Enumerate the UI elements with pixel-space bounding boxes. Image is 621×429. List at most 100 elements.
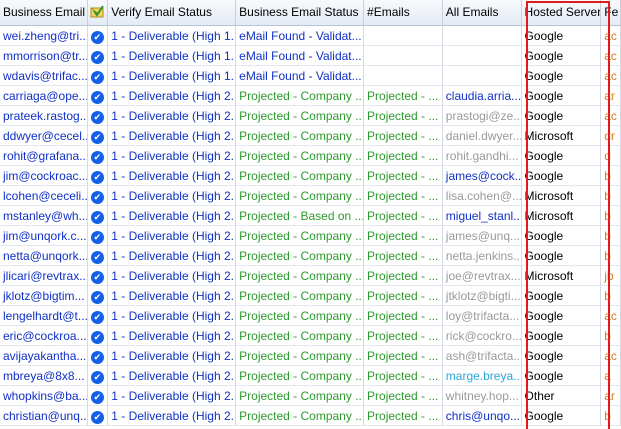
verify-status-cell[interactable]: 1 - Deliverable (High 2... [108,186,237,206]
email-count-cell[interactable]: Projected - ... [364,346,443,366]
business-email-status-cell[interactable]: Projected - Company ... [236,146,365,166]
table-row[interactable]: jim@cockroac... ✔ 1 - Deliverable (High 2.… [0,166,621,186]
email-count-cell[interactable] [364,46,443,66]
verify-icon-cell[interactable]: ✔ [87,246,109,266]
verify-icon-cell[interactable]: ✔ [87,46,109,66]
verify-status-cell[interactable]: 1 - Deliverable (High 2... [108,366,237,386]
fe-cell[interactable]: ac [601,26,621,46]
all-emails-cell[interactable]: whitney.hop... [442,386,522,406]
fe-cell[interactable]: b [601,226,621,246]
business-email-status-cell[interactable]: Projected - Company ... [236,266,365,286]
hosted-server-cell[interactable]: Microsoft [521,186,602,206]
business-email-cell[interactable]: ddwyer@cecel... [0,126,88,146]
fe-cell[interactable]: b [601,166,621,186]
business-email-cell[interactable]: netta@unqork... [0,246,88,266]
fe-cell[interactable]: ac [601,346,621,366]
verify-icon-cell[interactable]: ✔ [87,366,109,386]
hosted-server-cell[interactable]: Microsoft [521,126,602,146]
verify-icon-cell[interactable]: ✔ [87,406,109,426]
all-emails-cell[interactable]: prastogi@ze... [442,106,522,126]
all-emails-cell[interactable]: joe@revtrax... [442,266,522,286]
all-emails-cell[interactable]: daniel.dwyer... [442,126,522,146]
business-email-cell[interactable]: jklotz@bigtim... [0,286,88,306]
hosted-server-cell[interactable]: Google [521,166,602,186]
email-count-cell[interactable]: Projected - ... [364,106,443,126]
all-emails-cell[interactable]: ash@trifacta... [442,346,522,366]
verify-icon-cell[interactable]: ✔ [87,286,109,306]
verify-status-cell[interactable]: 1 - Deliverable (High 2... [108,106,237,126]
table-row[interactable]: mbreya@8x8... ✔ 1 - Deliverable (High 2...… [0,366,621,386]
verify-status-cell[interactable]: 1 - Deliverable (High 2... [108,126,237,146]
hosted-server-cell[interactable]: Google [521,26,602,46]
verify-icon-cell[interactable]: ✔ [87,206,109,226]
hosted-server-cell[interactable]: Google [521,246,602,266]
business-email-status-cell[interactable]: Projected - Company ... [236,106,365,126]
verify-icon-cell[interactable]: ✔ [87,346,109,366]
verify-status-cell[interactable]: 1 - Deliverable (High 2... [108,226,237,246]
email-count-cell[interactable]: Projected - ... [364,86,443,106]
hosted-server-cell[interactable]: Microsoft [521,206,602,226]
business-email-status-cell[interactable]: Projected - Company ... [236,406,365,426]
table-row[interactable]: mmorrison@tr... ✔ 1 - Deliverable (High 1.… [0,46,621,66]
col-hosted-server[interactable]: Hosted Server [522,0,602,25]
email-count-cell[interactable]: Projected - ... [364,406,443,426]
fe-cell[interactable]: b [601,406,621,426]
col-all-emails[interactable]: All Emails [443,0,522,25]
email-count-cell[interactable]: Projected - ... [364,306,443,326]
all-emails-cell[interactable]: chris@unqo... [442,406,522,426]
table-row[interactable]: eric@cockroa... ✔ 1 - Deliverable (High 2.… [0,326,621,346]
hosted-server-cell[interactable]: Google [521,86,602,106]
email-count-cell[interactable]: Projected - ... [364,186,443,206]
business-email-status-cell[interactable]: Projected - Company ... [236,346,365,366]
col-verify-icon[interactable] [88,0,109,25]
business-email-status-cell[interactable]: Projected - Company ... [236,366,365,386]
all-emails-cell[interactable]: marge.breya... [442,366,522,386]
business-email-status-cell[interactable]: Projected - Company ... [236,226,365,246]
table-row[interactable]: netta@unqork... ✔ 1 - Deliverable (High 2.… [0,246,621,266]
business-email-cell[interactable]: wdavis@trifac... [0,66,88,86]
verify-icon-cell[interactable]: ✔ [87,386,109,406]
col-verify-email-status[interactable]: Verify Email Status [108,0,237,25]
verify-icon-cell[interactable]: ✔ [87,266,109,286]
business-email-status-cell[interactable]: Projected - Company ... [236,126,365,146]
verify-status-cell[interactable]: 1 - Deliverable (High 2... [108,266,237,286]
email-count-cell[interactable]: Projected - ... [364,246,443,266]
hosted-server-cell[interactable]: Other [521,386,602,406]
verify-status-cell[interactable]: 1 - Deliverable (High 2... [108,326,237,346]
table-row[interactable]: lcohen@ceceli... ✔ 1 - Deliverable (High 2… [0,186,621,206]
col-email-count[interactable]: #Emails [364,0,443,25]
all-emails-cell[interactable]: james@cock... [442,166,522,186]
all-emails-cell[interactable]: claudia.arria... [442,86,522,106]
email-count-cell[interactable]: Projected - ... [364,226,443,246]
table-row[interactable]: mstanley@wh... ✔ 1 - Deliverable (High 2..… [0,206,621,226]
business-email-cell[interactable]: mstanley@wh... [0,206,88,226]
fe-cell[interactable]: ar [601,386,621,406]
business-email-cell[interactable]: eric@cockroa... [0,326,88,346]
email-count-cell[interactable]: Projected - ... [364,266,443,286]
business-email-status-cell[interactable]: eMail Found - Validat... [236,46,365,66]
fe-cell[interactable]: b [601,206,621,226]
verify-status-cell[interactable]: 1 - Deliverable (High 2... [108,146,237,166]
col-business-email[interactable]: Business Email [0,0,88,25]
verify-icon-cell[interactable]: ✔ [87,226,109,246]
fe-cell[interactable]: jb [601,266,621,286]
email-count-cell[interactable]: Projected - ... [364,146,443,166]
business-email-status-cell[interactable]: Projected - Company ... [236,186,365,206]
table-row[interactable]: carriaga@ope... ✔ 1 - Deliverable (High 2.… [0,86,621,106]
verify-icon-cell[interactable]: ✔ [87,126,109,146]
fe-cell[interactable]: b [601,186,621,206]
col-fe[interactable]: Fe [601,0,621,25]
hosted-server-cell[interactable]: Google [521,146,602,166]
all-emails-cell[interactable]: miguel_stanl... [442,206,522,226]
business-email-status-cell[interactable]: Projected - Company ... [236,306,365,326]
fe-cell[interactable]: ac [601,306,621,326]
all-emails-cell[interactable] [442,26,522,46]
email-count-cell[interactable]: Projected - ... [364,326,443,346]
verify-status-cell[interactable]: 1 - Deliverable (High 1... [108,66,237,86]
table-row[interactable]: jlicari@revtrax... ✔ 1 - Deliverable (High… [0,266,621,286]
business-email-status-cell[interactable]: Projected - Company ... [236,386,365,406]
business-email-cell[interactable]: jim@cockroac... [0,166,88,186]
all-emails-cell[interactable]: rohit.gandhi... [442,146,522,166]
table-row[interactable]: jim@unqork.c... ✔ 1 - Deliverable (High 2.… [0,226,621,246]
fe-cell[interactable]: ac [601,106,621,126]
